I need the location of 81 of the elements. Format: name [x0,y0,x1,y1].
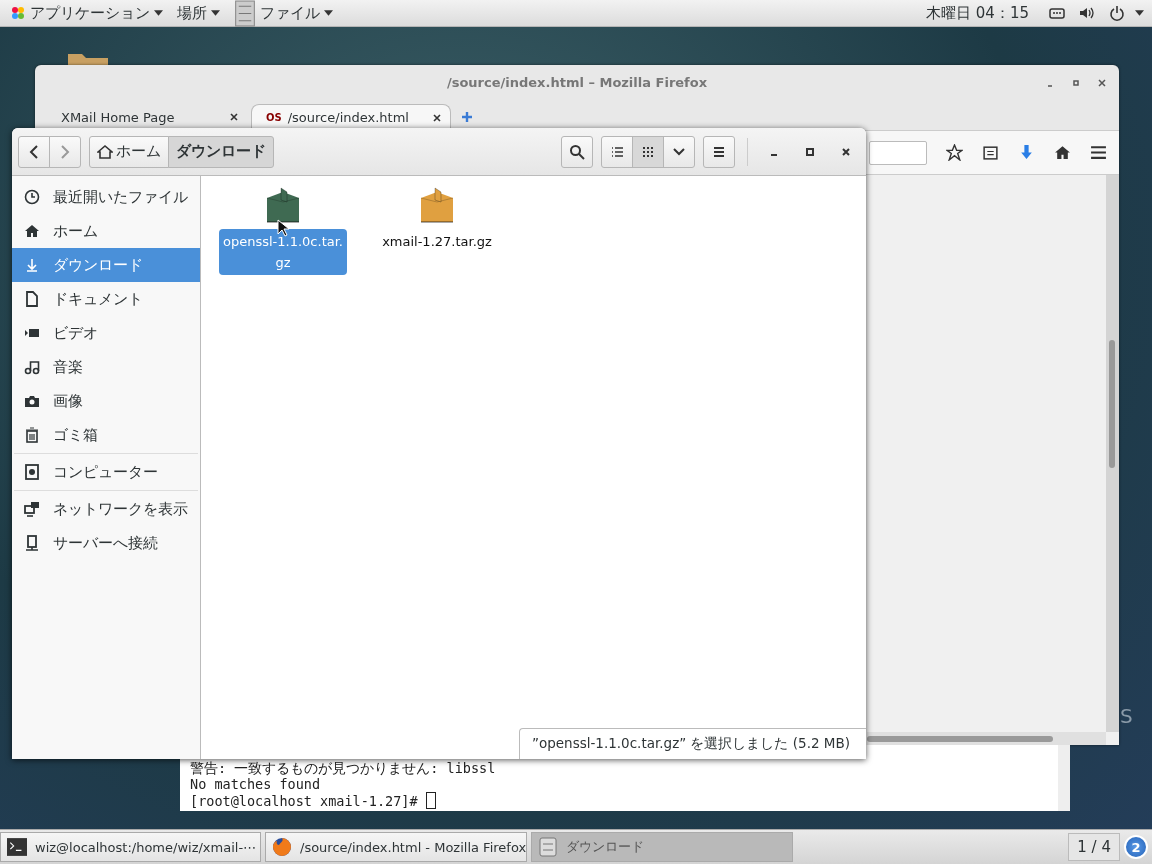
tab-title: /source/index.html [287,110,410,125]
download-icon [24,257,40,273]
cabinet-icon [538,837,558,857]
power-icon[interactable] [1109,5,1125,21]
scrollbar[interactable] [1106,175,1119,732]
volume-icon[interactable] [1079,5,1095,21]
terminal-line: No matches found [190,776,322,792]
home-icon [24,223,40,239]
text-cursor [425,792,436,809]
globe-icon [272,837,292,857]
pointer-icon [277,219,289,237]
site-favicon: OS [266,112,282,123]
close-icon[interactable] [840,145,852,158]
terminal-prompt: [root@localhost xmail-1.27]# [190,792,418,809]
sidebar-item[interactable]: コンピューター [12,455,200,489]
dropdown-button[interactable] [663,135,695,168]
star-icon[interactable] [946,144,963,161]
scrollbar[interactable] [867,732,1106,745]
grid-view-button[interactable] [632,135,664,168]
camera-icon [24,393,40,409]
search-button[interactable] [561,135,593,168]
network-icon[interactable] [1049,5,1065,21]
network-icon [24,501,40,517]
top-menu[interactable]: 場所 [173,0,224,27]
menu-icon[interactable] [1090,144,1107,161]
clock[interactable]: 木曜日 04：15 [926,3,1029,23]
terminal-line: 警告: 一致するものが見つかりません: libssl [190,760,497,776]
maximize-icon[interactable] [804,145,816,158]
music-icon [24,359,40,375]
caret-icon [154,10,163,16]
home-icon[interactable] [1054,144,1071,161]
caret-icon [324,10,333,16]
browser-tab[interactable]: OS /source/index.html [251,104,451,130]
computer-icon [24,464,40,480]
package-icon[interactable] [265,186,301,226]
close-icon[interactable] [1097,78,1107,88]
cabinet-icon [234,0,256,27]
sidebar-item[interactable]: 音楽 [12,350,200,384]
taskbar-button[interactable]: wiz@localhost:/home/wiz/xmail-⋯ [0,832,261,862]
top-menu[interactable]: ファイル [230,0,337,27]
sidebar-item[interactable]: 最近開いたファイル [12,180,200,214]
new-tab-icon[interactable] [461,111,473,123]
taskbar-button[interactable]: ダウンロード [531,832,793,862]
status-message: ”openssl-1.1.0c.tar.gz” を選択しました (5.2 MB) [518,728,866,759]
close-icon[interactable] [432,112,442,123]
close-icon[interactable] [229,112,239,122]
search-icon [569,143,585,160]
back-button[interactable] [18,135,50,168]
document-icon [24,291,40,307]
server-icon [24,535,40,551]
package-icon[interactable] [419,186,455,226]
recent-icon [24,189,40,205]
sidebar-item[interactable]: ドキュメント [12,282,200,316]
tab-title: XMail Home Page [61,109,176,125]
path-button[interactable]: ダウンロード [168,135,274,168]
sidebar-item[interactable]: ネットワークを表示 [12,492,200,526]
scrollbar[interactable] [1058,745,1070,811]
browser-tab[interactable]: XMail Home Page [47,104,247,130]
sidebar-item[interactable]: ホーム [12,214,200,248]
search-field[interactable] [869,140,927,165]
caret-icon [211,10,220,16]
home-icon [97,143,113,160]
sidebar-item[interactable]: ゴミ箱 [12,418,200,452]
maximize-icon[interactable] [1071,78,1081,88]
path-button[interactable]: ホーム [89,135,169,168]
file-name[interactable]: xmail-1.27.tar.gz [373,229,501,254]
taskbar-button[interactable]: /source/index.html - Mozilla Firefox [265,832,527,862]
workspace-switcher[interactable]: 1 / 4 [1068,833,1120,861]
logo-text: S [1120,704,1133,728]
list-view-button[interactable] [601,135,633,168]
terminal-icon [7,837,27,857]
sidebar-item[interactable]: ビデオ [12,316,200,350]
menu-button[interactable] [703,135,735,168]
apps-icon [10,5,26,21]
sidebar-item[interactable]: 画像 [12,384,200,418]
caret-icon[interactable] [1135,10,1144,16]
sidebar-item[interactable]: サーバーへ接続 [12,526,200,560]
window-title: /source/index.html – Mozilla Firefox [445,75,709,90]
top-menu[interactable]: アプリケーション [6,0,167,27]
trash-icon [24,427,40,443]
clipboard-icon[interactable] [982,144,999,161]
